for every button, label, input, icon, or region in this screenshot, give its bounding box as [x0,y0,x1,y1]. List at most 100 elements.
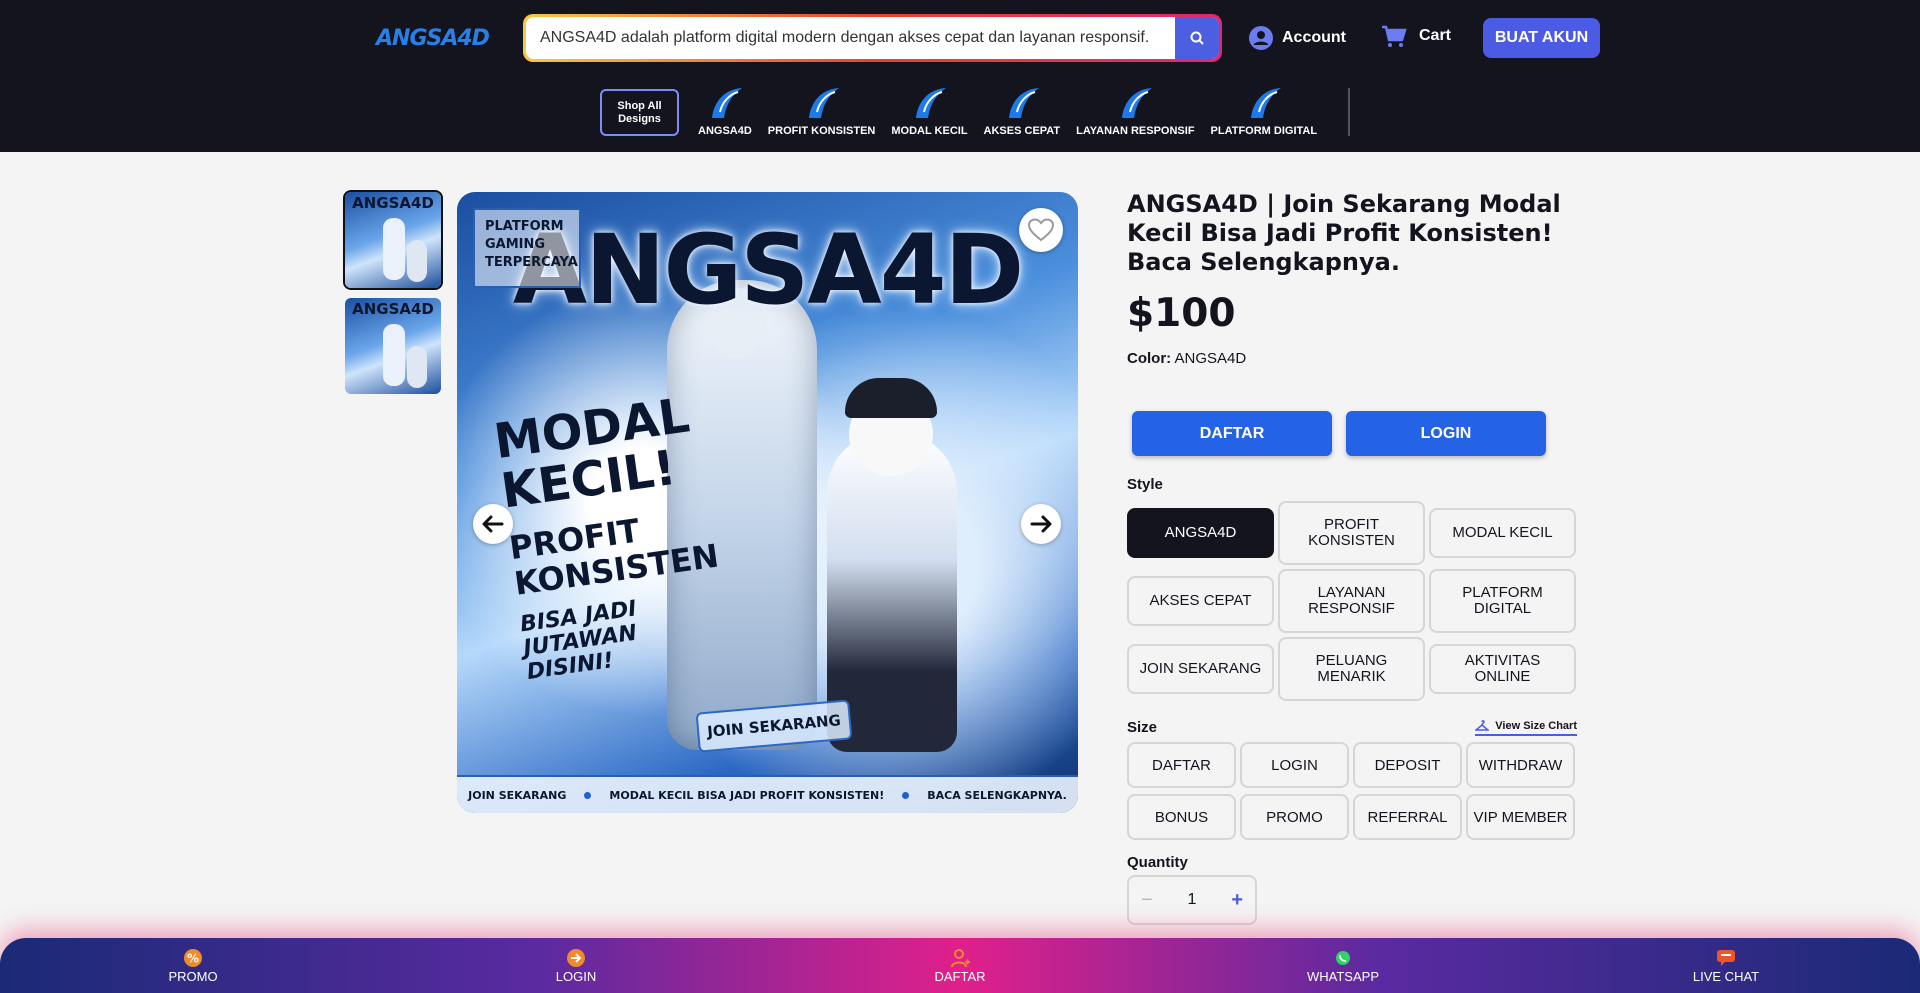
art-footer: JOIN SEKARANG MODAL KECIL BISA JADI PROF… [457,775,1078,813]
shop-all-designs-button[interactable]: Shop All Designs [600,89,679,136]
size-option-referral[interactable]: REFERRAL [1353,794,1462,840]
favorite-button[interactable] [1019,208,1063,252]
percent-badge-icon: % [183,948,203,968]
size-header: Size View Size Chart [1127,719,1577,736]
size-option-daftar[interactable]: DAFTAR [1127,742,1236,788]
quantity-stepper: − 1 + [1127,875,1257,925]
bottom-nav-bar: % PROMO LOGIN DAFTAR WHATSAPP LIVE CHAT [0,938,1920,993]
svg-text:%: % [187,952,199,966]
category-label: MODAL KECIL [891,125,968,137]
thumbnail-list: ANGSA4D ANGSA4D [343,190,443,402]
style-option-akses-cepat[interactable]: AKSES CEPAT [1127,576,1274,626]
category-item-platform-digital[interactable]: PLATFORM DIGITAL [1210,86,1318,137]
product-image: ANGSA4D PLATFORM GAMING TERPERCAYA MODAL… [457,192,1078,813]
size-chart-label: View Size Chart [1495,720,1577,732]
category-item-profit-konsisten[interactable]: PROFIT KONSISTEN [767,86,876,137]
style-option-profit-konsisten[interactable]: PROFIT KONSISTEN [1278,501,1425,565]
bottom-nav-promo[interactable]: % PROMO [133,948,253,984]
art-footer-text: BACA SELENGKAPNYA. [927,788,1067,802]
style-option-peluang-menarik[interactable]: PELUANG MENARIK [1278,637,1425,701]
account-label: Account [1282,29,1346,46]
size-option-withdraw[interactable]: WITHDRAW [1466,742,1575,788]
bottom-nav-login[interactable]: LOGIN [516,948,636,984]
category-label: PROFIT KONSISTEN [767,125,876,137]
search-input[interactable] [526,17,1175,59]
thumbnail-2[interactable]: ANGSA4D [343,296,443,396]
quantity-label: Quantity [1127,854,1188,871]
category-swoosh-icon [802,86,842,120]
login-arrow-icon [566,948,586,968]
user-add-icon [950,948,970,968]
quantity-increase-button[interactable]: + [1231,889,1243,912]
nav-divider [1348,88,1351,136]
login-button[interactable]: LOGIN [1346,411,1546,456]
art-footer-text: MODAL KECIL BISA JADI PROFIT KONSISTEN! [609,788,885,802]
category-item-angsa4d[interactable]: ANGSA4D [698,86,752,137]
style-option-aktivitas-online[interactable]: AKTIVITAS ONLINE [1429,644,1576,694]
heart-icon [1028,218,1054,242]
style-option-modal-kecil[interactable]: MODAL KECIL [1429,508,1576,558]
size-option-bonus[interactable]: BONUS [1127,794,1236,840]
bottom-nav-whatsapp[interactable]: WHATSAPP [1283,948,1403,984]
thumbnail-1[interactable]: ANGSA4D [343,190,443,290]
category-swoosh-icon [705,86,745,120]
category-swoosh-icon [1244,86,1284,120]
thumbnail-title: ANGSA4D [352,300,434,318]
size-option-deposit[interactable]: DEPOSIT [1353,742,1462,788]
search-bar [523,14,1222,62]
chat-bubble-icon [1716,948,1736,968]
style-options: ANGSA4D PROFIT KONSISTEN MODAL KECIL AKS… [1127,501,1577,701]
style-option-platform-digital[interactable]: PLATFORM DIGITAL [1429,569,1576,633]
cart-icon [1382,25,1407,47]
category-swoosh-icon [1115,86,1155,120]
color-value: ANGSA4D [1174,350,1247,367]
category-swoosh-icon [909,86,949,120]
bottom-nav-daftar[interactable]: DAFTAR [900,948,1020,984]
size-label: Size [1127,719,1158,736]
brand-logo[interactable]: ANGSA4D [376,24,490,52]
quantity-value[interactable]: 1 [1188,891,1197,909]
site-header: ANGSA4D Account Cart BUAT AKUN Shop All … [0,0,1920,152]
previous-image-button[interactable] [473,504,513,544]
category-item-layanan-responsif[interactable]: LAYANAN RESPONSIF [1076,86,1195,137]
daftar-button[interactable]: DAFTAR [1132,411,1332,456]
category-label: PLATFORM DIGITAL [1210,125,1318,137]
size-option-promo[interactable]: PROMO [1240,794,1349,840]
category-nav: Shop All Designs ANGSA4D PROFIT KONSISTE… [600,86,1351,142]
art-footer-text: JOIN SEKARANG [468,788,567,802]
bottom-nav-label: DAFTAR [934,969,986,984]
brand-logo-text: ANGSA4D [376,25,490,51]
category-swoosh-icon [1002,86,1042,120]
style-option-layanan-responsif[interactable]: LAYANAN RESPONSIF [1278,569,1425,633]
size-options: DAFTAR LOGIN DEPOSIT WITHDRAW BONUS PROM… [1127,742,1577,840]
whatsapp-icon [1333,948,1353,968]
art-badge: PLATFORM GAMING TERPERCAYA [473,208,581,288]
size-option-login[interactable]: LOGIN [1240,742,1349,788]
color-label: Color: [1127,350,1172,367]
category-item-akses-cepat[interactable]: AKSES CEPAT [984,86,1060,137]
bottom-nav-label: PROMO [168,969,218,984]
size-option-vip-member[interactable]: VIP MEMBER [1466,794,1575,840]
search-icon [1190,31,1204,45]
cart-link[interactable]: Cart [1381,22,1451,50]
quantity-decrease-button[interactable]: − [1141,889,1153,912]
search-button[interactable] [1175,17,1219,59]
bottom-nav-label: WHATSAPP [1307,969,1379,984]
user-circle-icon [1249,26,1273,50]
category-item-modal-kecil[interactable]: MODAL KECIL [891,86,968,137]
create-account-button[interactable]: BUAT AKUN [1483,18,1600,58]
style-option-angsa4d[interactable]: ANGSA4D [1127,508,1274,558]
product-title: ANGSA4D | Join Sekarang Modal Kecil Bisa… [1127,190,1561,276]
primary-actions: DAFTAR LOGIN [1127,411,1577,456]
view-size-chart-link[interactable]: View Size Chart [1475,719,1577,736]
next-image-button[interactable] [1021,504,1061,544]
art-headline: MODAL KECIL! PROFIT KONSISTEN BISA JADI … [491,387,732,685]
bottom-nav-label: LIVE CHAT [1692,969,1760,984]
product-price: $100 [1127,291,1236,336]
style-option-join-sekarang[interactable]: JOIN SEKARANG [1127,644,1274,694]
category-label: ANGSA4D [698,125,752,137]
bottom-nav-label: LOGIN [555,969,597,984]
hanger-icon [1475,720,1490,731]
bottom-nav-live-chat[interactable]: LIVE CHAT [1666,948,1786,984]
account-link[interactable]: Account [1249,24,1346,52]
